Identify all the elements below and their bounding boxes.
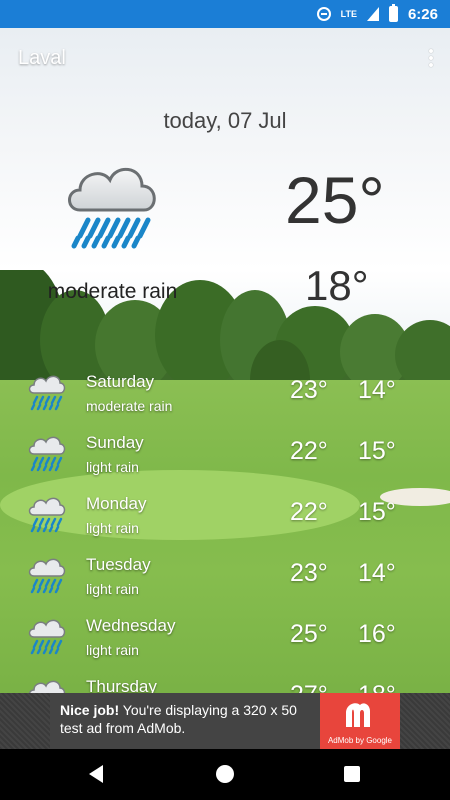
forecast-row[interactable]: Saturday moderate rain 23° 14° [0, 362, 450, 422]
ad-text: Nice job! You're displaying a 320 x 50 t… [50, 693, 320, 749]
forecast-low: 14° [358, 559, 396, 587]
battery-icon [388, 4, 398, 22]
signal-icon [366, 7, 379, 21]
forecast-condition: light rain [86, 459, 139, 475]
forecast-high: 25° [290, 620, 328, 648]
forecast-day: Wednesday [86, 616, 176, 635]
forecast-row[interactable]: Monday light rain 22° 15° [0, 484, 450, 544]
app-bar: Laval [0, 40, 450, 76]
today-high-temp: 25° [285, 163, 385, 237]
back-icon[interactable] [89, 765, 103, 783]
navigation-bar [0, 749, 450, 800]
forecast-high: 23° [290, 376, 328, 404]
forecast-condition: light rain [86, 520, 139, 536]
test-ad[interactable]: Nice job! You're displaying a 320 x 50 t… [50, 693, 400, 749]
city-name[interactable]: Laval [18, 47, 66, 70]
forecast-low: 14° [358, 376, 396, 404]
clock: 6:26 [407, 5, 438, 23]
home-icon[interactable] [216, 765, 234, 783]
rain-cloud-icon [28, 375, 66, 411]
overflow-menu-icon[interactable] [426, 49, 436, 67]
today-condition: moderate rain [47, 280, 178, 303]
admob-logo: AdMob by Google [320, 693, 400, 749]
forecast-day: Monday [86, 494, 147, 513]
forecast-condition: light rain [86, 642, 139, 658]
rain-cloud-icon [28, 619, 66, 655]
rain-cloud-icon [28, 558, 66, 594]
today-low-temp: 18° [305, 262, 369, 309]
rain-cloud-icon [28, 497, 66, 533]
forecast-row[interactable]: Sunday light rain 22° 15° [0, 423, 450, 483]
status-bar: LTE 6:26 [0, 0, 450, 28]
rain-cloud-icon [28, 436, 66, 472]
recent-apps-icon[interactable] [344, 766, 360, 782]
admob-icon [346, 703, 370, 727]
ad-banner[interactable]: Nice job! You're displaying a 320 x 50 t… [0, 693, 450, 749]
forecast-row[interactable]: Wednesday light rain 25° 16° [0, 606, 450, 666]
forecast-high: 22° [290, 437, 328, 465]
forecast-condition: moderate rain [86, 398, 173, 414]
forecast-high: 22° [290, 498, 328, 526]
forecast-low: 15° [358, 437, 396, 465]
forecast-day: Sunday [86, 433, 144, 452]
forecast-day: Tuesday [86, 555, 151, 574]
forecast-condition: light rain [86, 581, 139, 597]
forecast-row[interactable]: Tuesday light rain 23° 14° [0, 545, 450, 605]
do-not-disturb-icon [316, 7, 331, 21]
forecast-high: 23° [290, 559, 328, 587]
current-date: today, 07 Jul [163, 108, 287, 133]
forecast-day: Saturday [86, 372, 155, 391]
ad-headline: Nice job! [60, 702, 120, 718]
forecast-low: 15° [358, 498, 396, 526]
lte-signal-label: LTE [340, 9, 357, 19]
admob-brand-text: AdMob by Google [327, 736, 393, 745]
rain-cloud-icon [68, 168, 156, 249]
forecast-low: 16° [358, 620, 396, 648]
